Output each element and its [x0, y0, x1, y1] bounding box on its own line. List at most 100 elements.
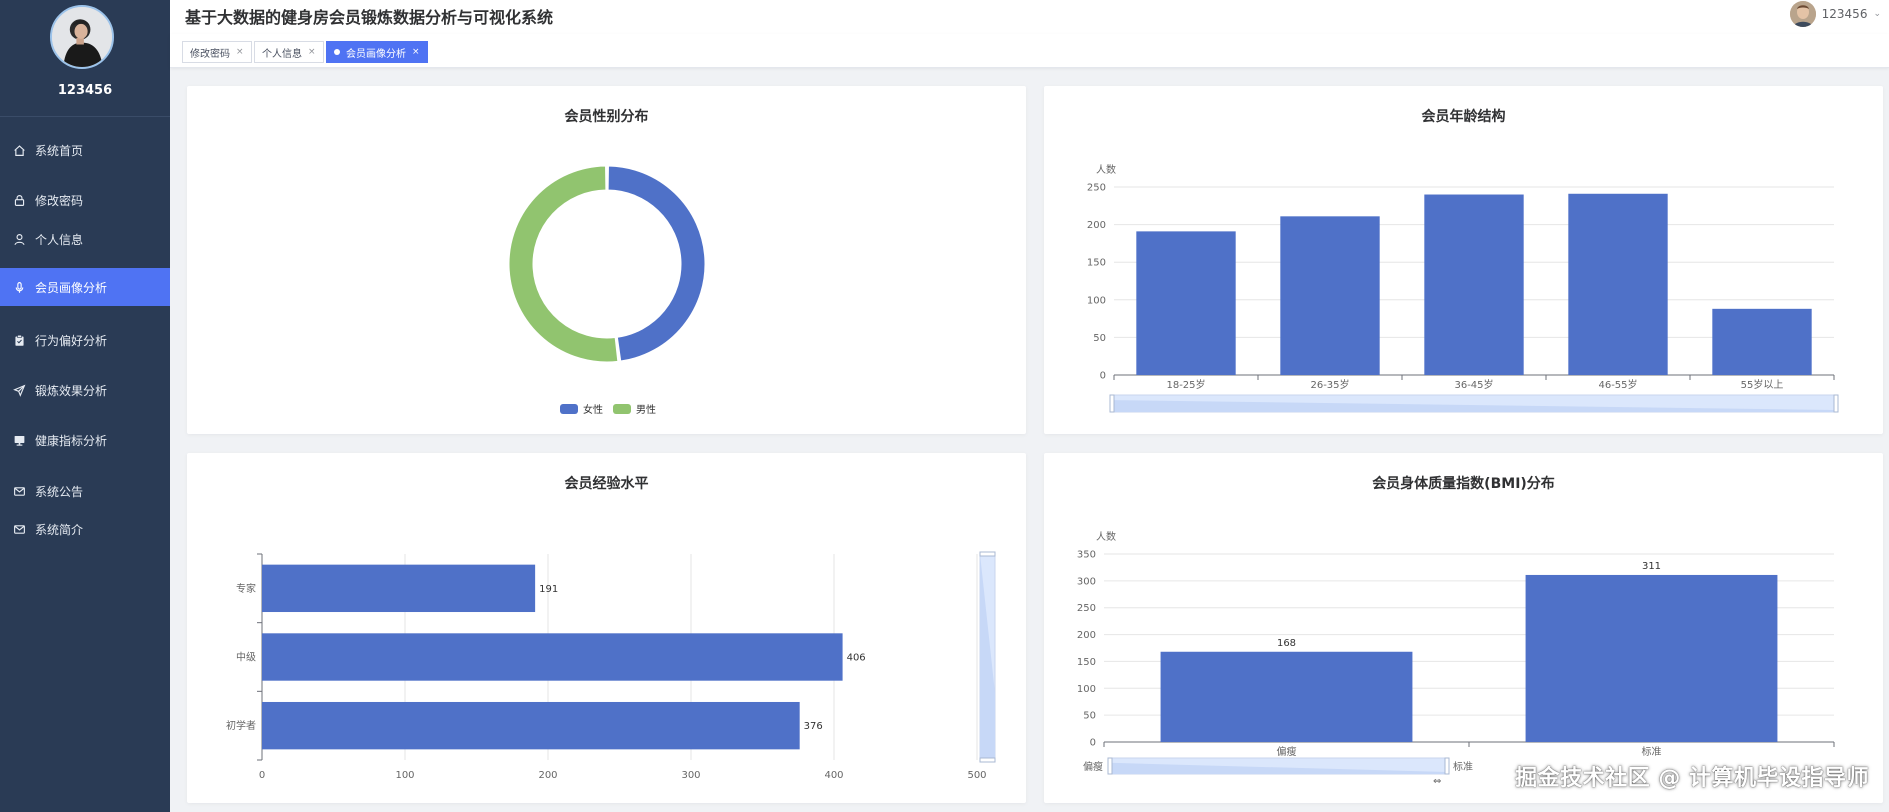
data-label: 191 [539, 584, 558, 595]
experience-chart-panel: 会员经验水平 0 100 200 300 400 500 初学者 376 中级 406 专家 191 [187, 453, 1026, 803]
data-zoom-end-label: 标准 [1453, 761, 1473, 773]
legend-swatch [560, 404, 578, 414]
data-zoom-handle [1444, 757, 1450, 775]
data-zoom-handle [1833, 394, 1839, 413]
y-tick-label: 50 [1083, 711, 1096, 722]
resize-cursor-icon: ⇔ [1433, 776, 1441, 787]
bar [1525, 574, 1778, 742]
bar [1136, 231, 1236, 375]
y-tick-label: 100 [1087, 295, 1106, 306]
x-tick-label: 36-45岁 [1454, 378, 1493, 391]
x-tick-label: 偏瘦 [1277, 745, 1297, 758]
close-icon[interactable]: × [236, 47, 244, 57]
close-icon[interactable]: × [412, 47, 420, 57]
sidebar: 123456 系统首页 修改密码 个人信息 会员画像分析 行为偏好分析 锻炼效果… [0, 0, 170, 812]
user-photo-icon [1789, 1, 1816, 27]
y-axis-label: 人数 [1096, 530, 1116, 543]
watermark: 掘金技术社区 @ 计算机毕设指导师 [1515, 766, 1869, 791]
sidebar-item-system-intro[interactable]: 系统简介 [0, 510, 170, 548]
sidebar-item-change-password[interactable]: 修改密码 [0, 181, 170, 219]
mail-icon [12, 484, 26, 498]
microphone-icon [12, 280, 26, 294]
bmi-bar-chart: 人数050100150200250300350偏瘦168标准311偏瘦 标准⇔ [1077, 530, 1835, 787]
y-tick-label: 0 [1090, 738, 1096, 749]
avatar[interactable] [50, 5, 114, 69]
age-bar-chart: 人数 0 50 100 150 200 250 18-25岁 26-35岁 36-45岁 46-55… [1087, 163, 1839, 413]
sidebar-item-behavior-analysis[interactable]: 行为偏好分析 [0, 321, 170, 359]
x-tick-label: 18-25岁 [1166, 378, 1205, 391]
tab-profile[interactable]: 个人信息 × [254, 41, 324, 63]
active-dot-icon [334, 49, 340, 55]
y-tick-label: 150 [1077, 657, 1096, 668]
bar [1424, 194, 1524, 375]
header: 基于大数据的健身房会员锻炼数据分析与可视化系统 123456 ⌄ [170, 0, 1889, 34]
sidebar-item-label: 锻炼效果分析 [35, 383, 108, 398]
y-tick-label: 50 [1093, 333, 1106, 344]
x-tick-label: 46-55岁 [1598, 378, 1637, 391]
user-icon [12, 232, 26, 246]
tab-label: 个人信息 [262, 48, 302, 60]
x-tick-label: 26-35岁 [1310, 378, 1349, 391]
lock-icon [12, 193, 26, 207]
legend-label: 女性 [583, 403, 603, 416]
sidebar-item-label: 系统公告 [35, 484, 84, 499]
x-tick-label: 55岁以上 [1741, 378, 1784, 391]
data-zoom-handle [1107, 757, 1113, 775]
avatar-photo-icon [52, 7, 112, 67]
sidebar-username: 123456 [57, 83, 113, 98]
header-avatar[interactable] [1789, 1, 1816, 27]
page-title: 基于大数据的健身房会员锻炼数据分析与可视化系统 [185, 8, 554, 27]
monitor-icon [12, 433, 26, 447]
sidebar-item-label: 健康指标分析 [35, 433, 108, 448]
sidebar-item-label: 会员画像分析 [35, 280, 108, 295]
y-tick-label: 初学者 [226, 719, 256, 732]
bar [262, 564, 536, 613]
bar [1160, 651, 1413, 742]
mail-icon [12, 522, 26, 536]
sidebar-item-member-profile-analysis[interactable]: 会员画像分析 [0, 268, 170, 306]
sidebar-item-exercise-effect-analysis[interactable]: 锻炼效果分析 [0, 371, 170, 409]
legend-swatch [613, 404, 631, 414]
y-axis-label: 人数 [1096, 163, 1116, 176]
sidebar-divider [0, 116, 170, 117]
header-username[interactable]: 123456 [1822, 7, 1868, 21]
tab-member-profile-analysis[interactable]: 会员画像分析 × [326, 41, 428, 63]
data-label: 311 [1642, 561, 1661, 572]
data-zoom-start-label: 偏瘦 [1083, 760, 1103, 773]
sidebar-item-health-index-analysis[interactable]: 健康指标分析 [0, 421, 170, 459]
x-tick-label: 0 [259, 770, 265, 781]
x-tick-label: 100 [395, 770, 414, 781]
pie-slice [508, 165, 619, 363]
sidebar-item-profile[interactable]: 个人信息 [0, 220, 170, 258]
tab-label: 修改密码 [190, 48, 230, 60]
y-tick-label: 250 [1077, 603, 1096, 614]
x-tick-label: 300 [681, 770, 700, 781]
sidebar-item-label: 系统简介 [35, 522, 84, 537]
sidebar-item-home[interactable]: 系统首页 [0, 131, 170, 169]
gender-pie-chart: 女性 男性 [508, 165, 706, 416]
y-tick-label: 中级 [236, 651, 256, 664]
x-tick-label: 200 [538, 770, 557, 781]
send-icon [12, 383, 26, 397]
data-label: 376 [804, 721, 823, 732]
y-tick-label: 350 [1077, 550, 1096, 561]
sidebar-item-label: 修改密码 [35, 193, 84, 208]
y-tick-label: 150 [1087, 258, 1106, 269]
bar [1280, 216, 1380, 375]
sidebar-item-label: 行为偏好分析 [35, 333, 108, 348]
bar [262, 633, 843, 681]
gender-chart-panel: 会员性别分布 女性 男性 [187, 86, 1026, 434]
data-label: 168 [1277, 638, 1296, 649]
chevron-down-icon[interactable]: ⌄ [1873, 9, 1881, 19]
y-tick-label: 100 [1077, 684, 1096, 695]
clipboard-icon [12, 333, 26, 347]
pie-slice [607, 165, 706, 362]
sidebar-item-label: 个人信息 [35, 232, 84, 247]
tab-change-password[interactable]: 修改密码 × [182, 41, 252, 63]
sidebar-item-announcement[interactable]: 系统公告 [0, 472, 170, 510]
x-tick-label: 400 [824, 770, 843, 781]
close-icon[interactable]: × [308, 47, 316, 57]
data-zoom-handle [979, 757, 996, 763]
user-menu[interactable]: 123456 ⌄ [1789, 0, 1881, 28]
age-chart-panel: 会员年龄结构 人数 0 50 100 150 200 250 18-25岁 26-35岁 36-4… [1044, 86, 1883, 434]
